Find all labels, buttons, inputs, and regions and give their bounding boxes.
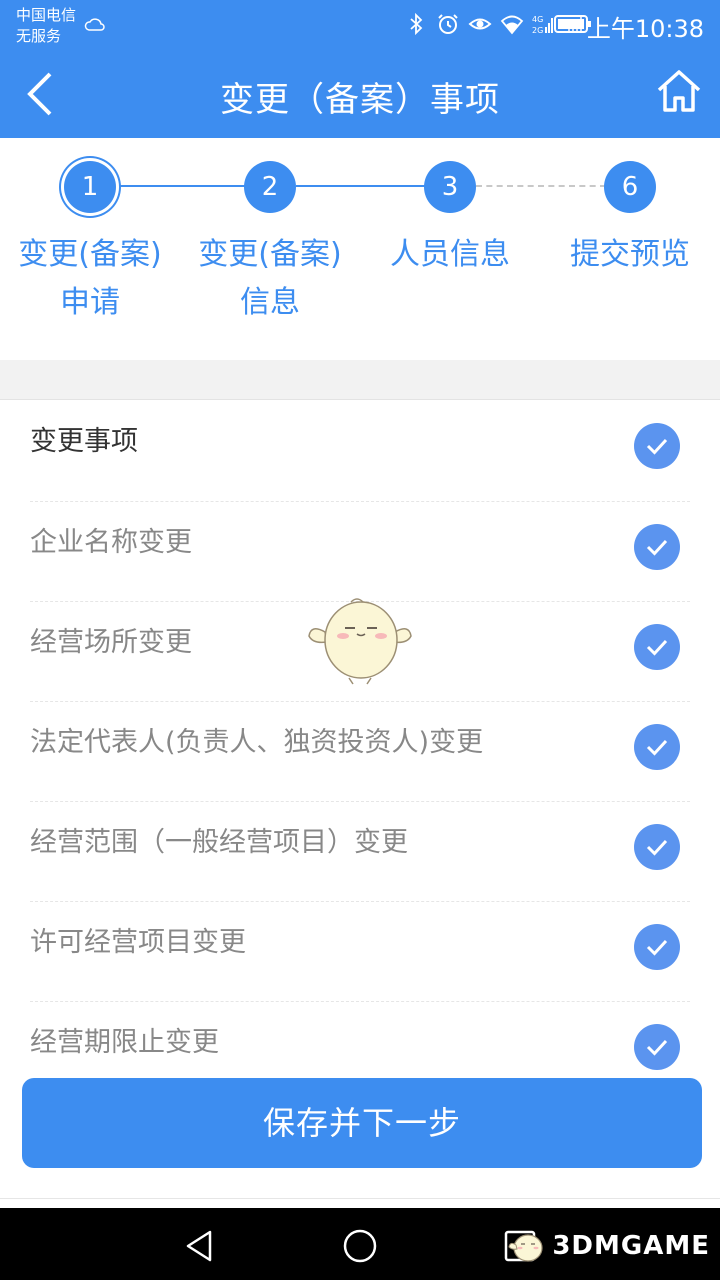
step-3-label-line1: 人员信息 xyxy=(390,237,510,272)
svg-text:4G: 4G xyxy=(532,15,543,24)
check-icon xyxy=(646,438,668,455)
check-icon xyxy=(646,739,668,756)
item-checkbox[interactable] xyxy=(634,524,680,570)
app-header: 变更（备案）事项 xyxy=(0,50,720,138)
watermark-text: 3DMGAME xyxy=(552,1231,710,1261)
signal-icon: 4G 2G xyxy=(532,15,553,35)
step-6[interactable]: 6 xyxy=(604,161,656,213)
step-1-label-line1: 变更(备案) xyxy=(18,237,162,272)
check-icon xyxy=(646,1039,668,1056)
save-and-next-button[interactable]: 保存并下一步 xyxy=(22,1078,702,1168)
list-item-label: 经营场所变更 xyxy=(30,627,192,658)
check-icon xyxy=(646,939,668,956)
section-divider xyxy=(0,360,720,400)
step-6-label: 提交预览 xyxy=(540,231,720,279)
watermark-mascot-icon xyxy=(508,1234,543,1262)
list-item-label: 企业名称变更 xyxy=(30,527,192,558)
list-item-label: 经营范围（一般经营项目）变更 xyxy=(30,827,408,858)
step-connector xyxy=(116,185,246,187)
nav-back-icon[interactable] xyxy=(180,1226,220,1266)
list-item-label: 法定代表人(负责人、独资投资人)变更 xyxy=(30,727,484,758)
page-title: 变更（备案）事项 xyxy=(220,80,500,120)
progress-stepper: 1 2 3 6 变更(备案) 申请 变更(备案) 信息 人员信息 提交预览 xyxy=(0,138,720,360)
mascot-sticker-icon xyxy=(308,598,412,685)
step-2-label-line2: 信息 xyxy=(240,285,300,320)
bluetooth-icon xyxy=(410,12,423,36)
system-navigation-bar: 3DMGAME xyxy=(0,1208,720,1280)
step-2-label: 变更(备案) 信息 xyxy=(180,231,360,327)
list-item-label: 经营期限止变更 xyxy=(30,1027,219,1058)
item-checkbox[interactable] xyxy=(634,724,680,770)
watermark: 3DMGAME xyxy=(508,1228,710,1264)
change-items-list: 变更事项 企业名称变更 经营场所变更 法定代表人(负责人、独资投资人)变更 经营… xyxy=(0,401,720,1101)
wifi-icon xyxy=(500,15,524,35)
list-item-label: 许可经营项目变更 xyxy=(30,927,246,958)
service-status: 无服务 xyxy=(16,27,62,45)
step-connector xyxy=(296,185,426,187)
list-item[interactable]: 许可经营项目变更 xyxy=(30,901,690,1001)
home-icon[interactable] xyxy=(656,68,702,114)
step-1[interactable]: 1 xyxy=(64,161,116,213)
bottom-divider xyxy=(0,1198,720,1199)
item-checkbox[interactable] xyxy=(634,824,680,870)
eye-icon xyxy=(468,18,492,30)
step-3-label: 人员信息 xyxy=(360,231,540,279)
list-item[interactable]: 经营范围（一般经营项目）变更 xyxy=(30,801,690,901)
clock: 上午10:38 xyxy=(586,15,704,43)
step-6-label-line1: 提交预览 xyxy=(570,237,690,272)
step-1-label: 变更(备案) 申请 xyxy=(0,231,180,327)
check-icon xyxy=(646,639,668,656)
list-header-row[interactable]: 变更事项 xyxy=(30,401,690,501)
list-item[interactable]: 法定代表人(负责人、独资投资人)变更 xyxy=(30,701,690,801)
item-checkbox[interactable] xyxy=(634,624,680,670)
step-connector-pending xyxy=(476,185,606,187)
status-bar: 中国电信 无服务 4G 2G 上午10:38 xyxy=(0,0,720,50)
item-checkbox[interactable] xyxy=(634,924,680,970)
carrier-name: 中国电信 xyxy=(16,6,77,24)
list-header-label: 变更事项 xyxy=(30,426,138,457)
step-1-label-line2: 申请 xyxy=(60,285,120,320)
item-checkbox[interactable] xyxy=(634,1024,680,1070)
step-2-label-line1: 变更(备案) xyxy=(198,237,342,272)
cloud-icon xyxy=(84,18,105,31)
alarm-icon xyxy=(438,14,458,34)
step-2[interactable]: 2 xyxy=(244,161,296,213)
select-all-checkbox[interactable] xyxy=(634,423,680,469)
list-item[interactable]: 企业名称变更 xyxy=(30,501,690,601)
step-3[interactable]: 3 xyxy=(424,161,476,213)
svg-text:2G: 2G xyxy=(532,26,543,35)
check-icon xyxy=(646,539,668,556)
nav-home-icon[interactable] xyxy=(340,1226,380,1266)
check-icon xyxy=(646,839,668,856)
